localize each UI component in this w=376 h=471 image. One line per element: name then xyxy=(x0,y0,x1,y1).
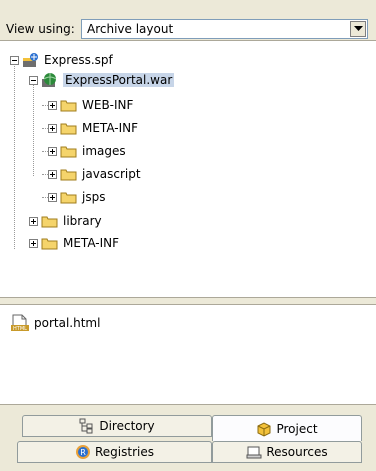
archive-tree[interactable]: Express.spf ExpressPortal.war WEB-INF ME… xyxy=(4,44,370,296)
tree-node-folder[interactable]: library xyxy=(29,212,102,230)
list-item[interactable]: HTML portal.html xyxy=(10,314,100,332)
tree-node-label: javascript xyxy=(82,167,141,181)
expand-toggle-icon[interactable] xyxy=(48,192,57,202)
tree-node-label: jsps xyxy=(82,190,106,204)
view-using-value: Archive layout xyxy=(87,22,174,36)
expand-toggle-icon[interactable] xyxy=(48,123,57,133)
file-name: portal.html xyxy=(34,316,101,330)
tree-node-folder[interactable]: META-INF xyxy=(29,234,119,252)
collapse-toggle-icon[interactable] xyxy=(10,55,19,65)
archive-browser-panel: View using: Archive layout Express.spf E… xyxy=(0,0,376,471)
project-icon xyxy=(257,421,271,437)
expand-toggle-icon[interactable] xyxy=(48,169,57,179)
pane-splitter[interactable] xyxy=(0,297,376,305)
view-using-label: View using: xyxy=(6,22,75,36)
folder-icon xyxy=(60,169,77,181)
tab-registries[interactable]: R Registries xyxy=(17,441,212,463)
tree-node-folder[interactable]: WEB-INF xyxy=(48,96,133,114)
registries-icon: R xyxy=(76,445,90,459)
folder-icon xyxy=(41,238,58,250)
folder-icon xyxy=(60,123,77,135)
folder-icon xyxy=(60,192,77,204)
tab-project[interactable]: Project xyxy=(212,415,362,441)
expand-toggle-icon[interactable] xyxy=(29,238,38,248)
folder-icon xyxy=(60,146,77,158)
tab-resources[interactable]: Resources xyxy=(212,441,362,463)
tree-node-folder[interactable]: jsps xyxy=(48,188,105,206)
svg-text:HTML: HTML xyxy=(13,326,27,332)
tree-node-folder[interactable]: images xyxy=(48,142,126,160)
tree-node-war[interactable]: ExpressPortal.war xyxy=(29,71,175,89)
tree-node-folder[interactable]: META-INF xyxy=(48,119,138,137)
tab-label: Project xyxy=(276,421,318,436)
dropdown-arrow-icon[interactable] xyxy=(350,21,366,37)
tab-label: Registries xyxy=(95,445,154,459)
tree-node-label: META-INF xyxy=(82,121,139,135)
tree-node-label: WEB-INF xyxy=(82,98,134,112)
tree-node-label: images xyxy=(82,144,126,158)
tree-node-root[interactable]: Express.spf xyxy=(10,51,113,69)
web-archive-icon xyxy=(42,73,57,87)
expand-toggle-icon[interactable] xyxy=(29,216,38,226)
expand-toggle-icon[interactable] xyxy=(48,100,57,110)
html-file-icon: HTML xyxy=(11,314,29,332)
tab-label: Resources xyxy=(266,445,328,459)
tree-node-folder[interactable]: javascript xyxy=(48,165,141,183)
directory-icon xyxy=(79,418,93,434)
tree-node-label: ExpressPortal.war xyxy=(63,73,175,87)
folder-icon xyxy=(41,216,58,228)
tree-node-label: META-INF xyxy=(63,236,120,250)
resources-icon xyxy=(246,446,262,459)
svg-text:R: R xyxy=(80,448,86,457)
tab-directory[interactable]: Directory xyxy=(22,415,212,437)
tab-label: Directory xyxy=(99,419,155,433)
collapse-toggle-icon[interactable] xyxy=(29,75,38,85)
view-tabs: Directory Project R Registries Resources xyxy=(0,404,376,471)
expand-toggle-icon[interactable] xyxy=(48,146,57,156)
view-using-row: View using: Archive layout xyxy=(0,0,376,41)
folder-icon xyxy=(60,100,77,112)
view-using-dropdown[interactable]: Archive layout xyxy=(81,19,368,39)
tree-node-label: library xyxy=(63,214,102,228)
project-archive-icon xyxy=(23,53,38,67)
file-list[interactable]: HTML portal.html xyxy=(4,306,370,404)
tree-node-label: Express.spf xyxy=(44,53,113,67)
